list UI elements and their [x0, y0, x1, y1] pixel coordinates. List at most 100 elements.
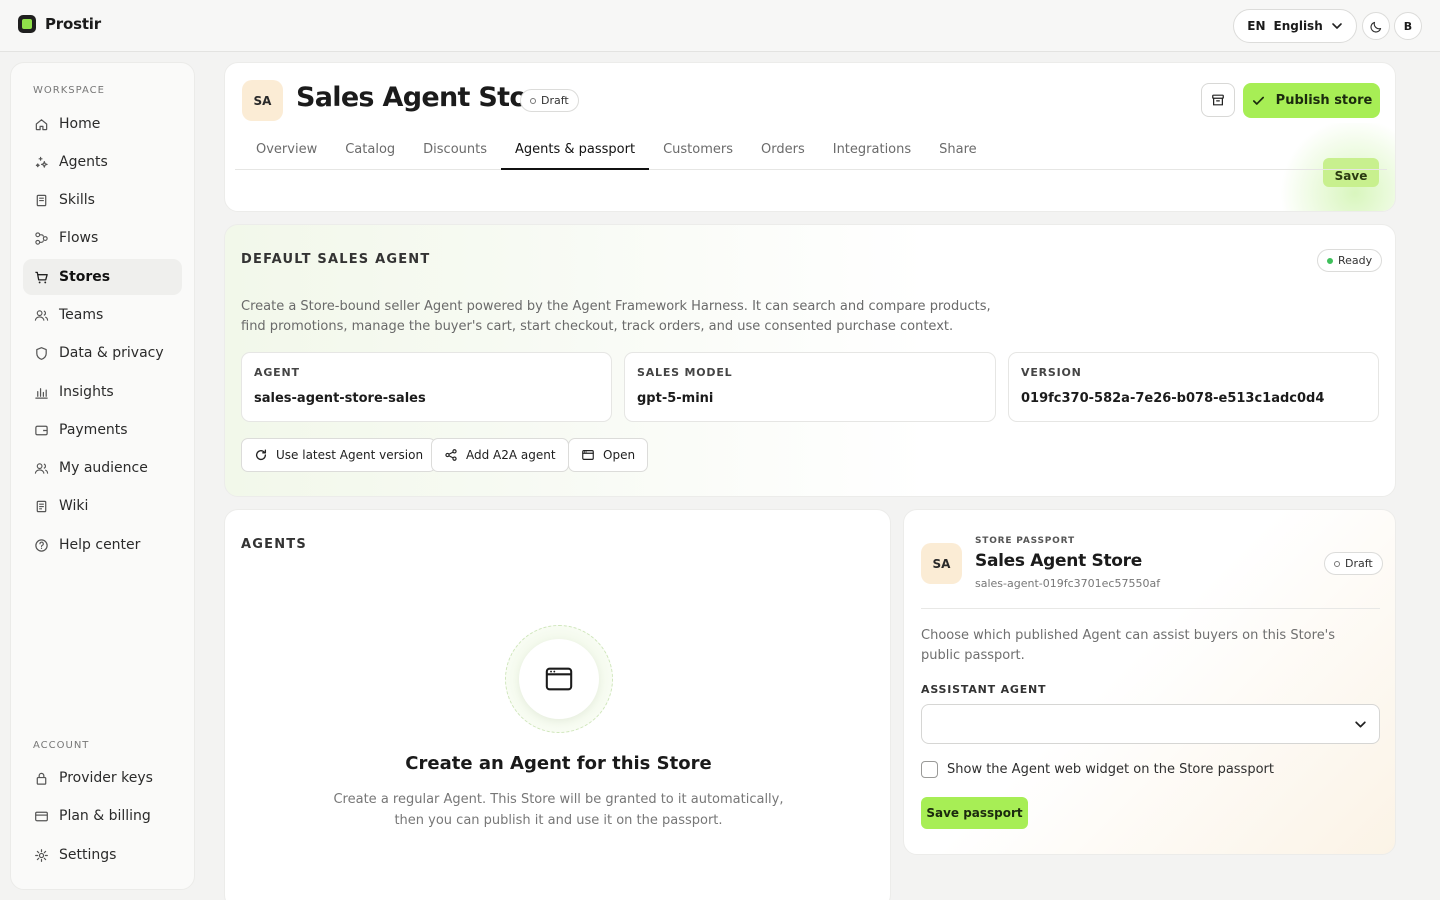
assistant-agent-select[interactable]	[921, 704, 1380, 744]
passport-initials: SA	[932, 556, 951, 571]
tab-catalog[interactable]: Catalog	[331, 136, 409, 170]
sidebar-item-agents[interactable]: Agents	[23, 144, 182, 180]
chevron-down-icon	[1355, 721, 1366, 728]
open-agent-button[interactable]: Open	[568, 438, 649, 472]
status-dot-icon	[1334, 560, 1340, 567]
page-title: Sales Agent Store	[296, 82, 558, 113]
sidebar-item-teams[interactable]: Teams	[23, 297, 182, 333]
tab-discounts[interactable]: Discounts	[409, 136, 501, 170]
sales-model-info: SALES MODEL gpt-5-mini	[624, 352, 996, 422]
version-label: VERSION	[1021, 366, 1082, 379]
sidebar-item-label: Agents	[59, 154, 108, 170]
sidebar-item-settings[interactable]: Settings	[23, 837, 182, 873]
sidebar-item-label: Provider keys	[59, 770, 153, 786]
save-passport-label: Save passport	[926, 806, 1023, 820]
sales-model-value: gpt-5-mini	[637, 391, 714, 406]
gear-icon	[35, 848, 48, 862]
status-badge: Ready	[1317, 249, 1383, 272]
section-title: DEFAULT SALES AGENT	[241, 252, 431, 267]
help-icon	[35, 538, 48, 552]
users-icon	[34, 462, 49, 474]
sidebar-item-flows[interactable]: Flows	[23, 220, 182, 256]
window-icon	[582, 450, 594, 460]
sidebar-item-skills[interactable]: Skills	[23, 182, 182, 218]
sidebar-item-label: Teams	[59, 307, 104, 323]
default-sales-agent-card: DEFAULT SALES AGENT Ready Create a Store…	[224, 224, 1396, 497]
sidebar-item-home[interactable]: Home	[23, 106, 182, 142]
users-icon	[34, 309, 49, 321]
book-icon	[36, 500, 47, 512]
widget-checkbox-label[interactable]: Show the Agent web widget on the Store p…	[947, 762, 1274, 777]
section-description: Create a Store-bound seller Agent powere…	[241, 299, 991, 334]
sidebar-item-plan-billing[interactable]: Plan & billing	[23, 798, 182, 834]
sidebar-item-insights[interactable]: Insights	[23, 374, 182, 410]
shield-icon	[36, 346, 47, 360]
status-badge-label: Draft	[541, 94, 569, 107]
version-info: VERSION 019fc370-582a-7e26-b078-e513c1ad…	[1008, 352, 1379, 422]
sidebar-item-label: Stores	[59, 269, 111, 285]
language-code: EN	[1247, 19, 1266, 33]
language-label: English	[1273, 19, 1323, 33]
sidebar-item-label: Skills	[59, 192, 95, 208]
passport-store-name: Sales Agent Store	[975, 551, 1142, 571]
widget-checkbox[interactable]	[921, 761, 938, 778]
sidebar-item-payments[interactable]: Payments	[23, 412, 182, 448]
language-selector[interactable]: EN English	[1233, 9, 1357, 43]
sparkle-icon	[35, 156, 48, 168]
tab-customers[interactable]: Customers	[649, 136, 747, 170]
brand-logo-icon	[18, 15, 36, 33]
store-avatar: SA	[242, 80, 283, 121]
lock-icon	[36, 772, 47, 785]
sidebar-item-label: Home	[59, 116, 101, 132]
tab-overview[interactable]: Overview	[242, 136, 331, 170]
passport-kicker: STORE PASSPORT	[975, 536, 1075, 546]
passport-slug: sales-agent-019fc3701ec57550af	[975, 577, 1161, 590]
sidebar-item-label: Wiki	[59, 498, 89, 514]
empty-state-illustration	[505, 625, 613, 733]
tab-share[interactable]: Share	[925, 136, 991, 170]
sidebar-item-wiki[interactable]: Wiki	[23, 488, 182, 524]
sidebar-item-label: Data & privacy	[59, 345, 164, 361]
theme-toggle-button[interactable]	[1362, 12, 1390, 40]
card-icon	[35, 811, 48, 821]
sidebar: WORKSPACE Home Agents Skills Flows Store…	[10, 62, 195, 890]
sidebar-item-label: Help center	[59, 537, 141, 553]
archive-button[interactable]	[1201, 83, 1235, 117]
publish-store-button[interactable]: Publish store	[1243, 83, 1380, 118]
home-icon	[35, 118, 48, 130]
store-tabs: Overview Catalog Discounts Agents & pass…	[242, 136, 991, 170]
save-passport-button[interactable]: Save passport	[921, 797, 1028, 829]
agents-card: AGENTS Create an Agent for this Store Cr…	[224, 509, 891, 900]
sidebar-item-label: Flows	[59, 230, 99, 246]
sidebar-item-label: Plan & billing	[59, 808, 151, 824]
sidebar-item-provider-keys[interactable]: Provider keys	[23, 760, 182, 796]
chevron-down-icon	[1331, 23, 1342, 29]
tab-orders[interactable]: Orders	[747, 136, 819, 170]
user-avatar-button[interactable]: B	[1394, 12, 1422, 40]
sidebar-item-help-center[interactable]: Help center	[23, 527, 182, 563]
use-latest-version-button[interactable]: Use latest Agent version	[241, 438, 437, 472]
passport-avatar: SA	[921, 543, 962, 584]
sidebar-item-my-audience[interactable]: My audience	[23, 450, 182, 486]
save-button[interactable]: Save	[1323, 158, 1379, 187]
agent-info: AGENT sales-agent-store-sales	[241, 352, 612, 422]
status-badge: Draft	[520, 89, 579, 112]
version-value: 019fc370-582a-7e26-b078-e513c1adc0d4	[1021, 391, 1325, 406]
tab-integrations[interactable]: Integrations	[819, 136, 925, 170]
moon-icon	[1370, 21, 1381, 32]
add-a2a-agent-button[interactable]: Add A2A agent	[431, 438, 569, 472]
sidebar-item-stores[interactable]: Stores	[23, 259, 182, 295]
check-icon	[1252, 96, 1264, 105]
status-dot-icon	[1327, 257, 1333, 264]
book-icon	[36, 194, 47, 206]
open-agent-label: Open	[603, 448, 636, 462]
empty-state-title: Create an Agent for this Store	[405, 753, 712, 774]
sidebar-item-data-privacy[interactable]: Data & privacy	[23, 335, 182, 371]
sidebar-section-workspace: WORKSPACE	[33, 85, 105, 96]
tab-agents-passport[interactable]: Agents & passport	[501, 136, 650, 170]
top-bar: Prostir EN English B	[0, 0, 1440, 52]
brand[interactable]: Prostir	[18, 15, 101, 33]
user-initial: B	[1403, 19, 1413, 33]
widget-toggle-row: Show the Agent web widget on the Store p…	[921, 761, 1274, 778]
share-nodes-icon	[445, 449, 457, 461]
